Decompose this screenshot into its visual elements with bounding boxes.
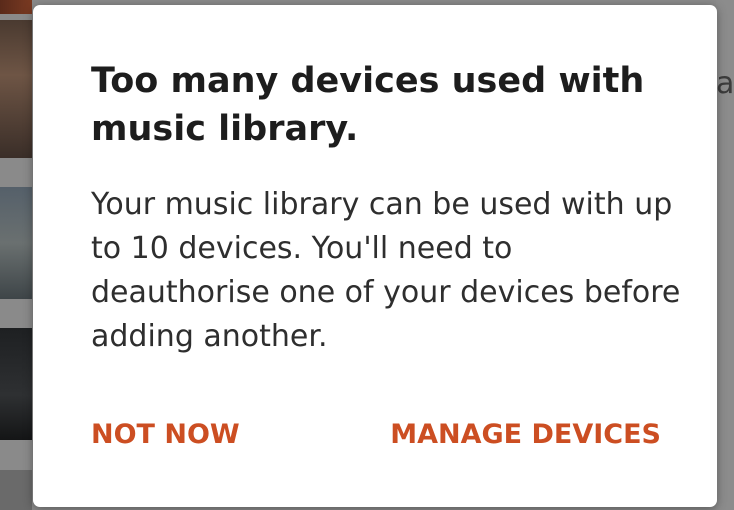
dialog-title: Too many devices used with music library… [91, 61, 645, 149]
too-many-devices-dialog: Too many devices used with music library… [33, 5, 717, 507]
album-art-thumbnail [0, 187, 32, 299]
background-list-text: a. [716, 66, 734, 101]
album-art-thumbnail [0, 20, 32, 158]
album-art-thumbnail [0, 470, 32, 510]
album-art-thumbnail [0, 0, 32, 14]
dialog-message: Your music library can be used with up t… [91, 187, 681, 354]
manage-devices-button[interactable]: MANAGE DEVICES [390, 413, 661, 457]
not-now-button[interactable]: NOT NOW [91, 413, 240, 457]
album-art-thumbnail [0, 328, 32, 440]
